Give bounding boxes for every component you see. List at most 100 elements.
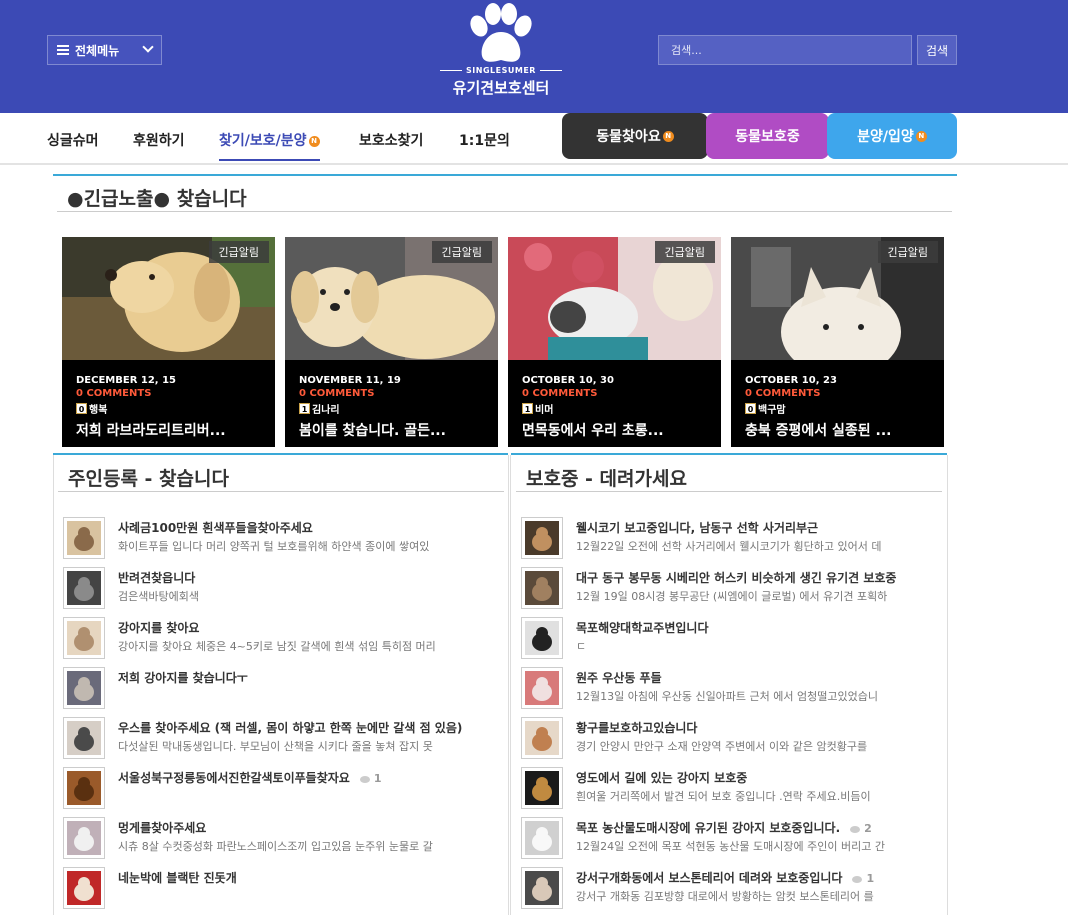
brand-small: SINGLESUMER — [440, 66, 562, 75]
post-excerpt: 강아지를 찾아요 체중은 4~5키로 남짓 갈색에 흰색 섞임 특히점 머리 — [118, 640, 436, 653]
post-title[interactable]: 서울성북구정릉동에서진한갈색토이푸들찾자요 1 — [118, 769, 382, 786]
new-badge: N — [308, 135, 320, 147]
card-comments[interactable]: 0 COMMENTS — [299, 388, 374, 399]
list-item[interactable]: 황구를보호하고있습니다경기 안양시 만안구 소재 안양역 주변에서 이와 같은 … — [521, 717, 941, 761]
urgent-card[interactable]: 긴급알림 OCTOBER 10, 23 0 COMMENTS 0 백구맘 충북 증… — [731, 237, 944, 447]
comment-icon — [850, 825, 861, 833]
card-comments[interactable]: 0 COMMENTS — [745, 388, 820, 399]
level-icon: 0 — [76, 403, 87, 414]
post-thumbnail[interactable] — [521, 817, 563, 859]
card-date: OCTOBER 10, 23 — [745, 375, 837, 386]
post-thumbnail[interactable] — [521, 717, 563, 759]
post-thumbnail[interactable] — [521, 617, 563, 659]
divider — [57, 211, 952, 212]
all-menu-button[interactable]: 전체메뉴 — [47, 35, 162, 65]
list-item[interactable]: 강서구개화동에서 보스톤테리어 데려와 보호중입니다 1 강서구 개화동 김포방향 … — [521, 867, 941, 911]
post-excerpt: 12월24일 오전에 목포 석현동 농산물 도매시장에 주인이 버리고 간 — [576, 840, 885, 853]
urgent-card[interactable]: 긴급알림 OCTOBER 10, 30 0 COMMENTS 1 비머 면목동에서… — [508, 237, 721, 447]
post-thumbnail[interactable] — [521, 767, 563, 809]
post-excerpt: 검은색바탕에회색 — [118, 590, 199, 603]
card-title[interactable]: 봄이를 찾습니다. 골든... — [299, 420, 446, 440]
nav-item-shelter[interactable]: 보호소찾기 — [359, 130, 423, 150]
list-item[interactable]: 사례금100만원 흰색푸들을찾아주세요 화이트푸들 입니다 머리 양쪽귀 털 보호… — [63, 517, 503, 561]
tab-protecting[interactable]: 동물보호중 — [706, 113, 829, 159]
post-thumbnail[interactable] — [63, 667, 105, 709]
urgent-badge: 긴급알림 — [654, 241, 715, 263]
post-title[interactable]: 목포 농산물도매시장에 유기된 강아지 보호중입니다. 2 — [576, 819, 872, 836]
nav-item-singlesumer[interactable]: 싱글슈머 — [47, 130, 99, 150]
post-thumbnail[interactable] — [63, 567, 105, 609]
post-excerpt: 다섯살된 막내동생입니다. 부모님이 산책을 시키다 줄을 놓쳐 잡지 못 — [118, 740, 433, 753]
new-badge: N — [915, 130, 927, 142]
post-thumbnail[interactable] — [63, 817, 105, 859]
post-thumbnail[interactable] — [63, 767, 105, 809]
card-title[interactable]: 저희 라브라도리트리버... — [76, 420, 226, 440]
card-title[interactable]: 면목동에서 우리 초롱... — [522, 420, 664, 440]
post-title[interactable]: 원주 우산동 푸들 — [576, 669, 662, 686]
post-thumbnail[interactable] — [521, 667, 563, 709]
post-title[interactable]: 강서구개화동에서 보스톤테리어 데려와 보호중입니다 1 — [576, 869, 874, 886]
list-item[interactable]: 반려견찾읍니다검은색바탕에회색 — [63, 567, 503, 611]
post-thumbnail[interactable] — [63, 867, 105, 909]
list-item[interactable]: 목포해양대학교주변입니다 ㄷ — [521, 617, 941, 661]
level-icon: 1 — [299, 403, 310, 414]
post-title[interactable]: 대구 동구 봉무동 시베리안 허스키 비슷하게 생긴 유기견 보호중 — [576, 569, 896, 586]
search-input[interactable] — [658, 35, 912, 65]
list-item[interactable]: 강아지를 찾아요강아지를 찾아요 체중은 4~5키로 남짓 갈색에 흰색 섞임 … — [63, 617, 503, 661]
tab-find-animals[interactable]: 동물찾아요 N — [562, 113, 708, 159]
post-title[interactable]: 멍게를찾아주세요 — [118, 819, 206, 836]
tab-adoption[interactable]: 분양/입양 N — [827, 113, 957, 159]
nav-item-inquiry[interactable]: 1:1문의 — [459, 130, 510, 150]
card-title[interactable]: 충북 증평에서 실종된 ... — [745, 420, 892, 440]
post-excerpt: 경기 안양시 만안구 소재 안양역 주변에서 이와 같은 암컷황구를 — [576, 740, 868, 753]
list-item[interactable]: 네눈박에 블랙탄 진돗개 — [63, 867, 503, 911]
list-item[interactable]: 목포 농산물도매시장에 유기된 강아지 보호중입니다. 2 12월24일 오전에 목… — [521, 817, 941, 861]
post-title[interactable]: 사례금100만원 흰색푸들을찾아주세요 — [118, 519, 313, 536]
card-comments[interactable]: 0 COMMENTS — [522, 388, 597, 399]
post-title[interactable]: 우스를 찾아주세요 (잭 러셀, 몸이 하얗고 한쪽 눈에만 갈색 점 있음) — [118, 719, 462, 736]
card-date: OCTOBER 10, 30 — [522, 375, 614, 386]
post-title[interactable]: 강아지를 찾아요 — [118, 619, 199, 636]
comment-count: 2 — [850, 822, 872, 835]
card-comments[interactable]: 0 COMMENTS — [76, 388, 151, 399]
post-thumbnail[interactable] — [521, 867, 563, 909]
list-item[interactable]: 웰시코기 보고중입니다, 남동구 선학 사거리부근 12월22일 오전에 선학 사… — [521, 517, 941, 561]
site-logo[interactable]: SINGLESUMER 유기견보호센터 — [440, 2, 562, 102]
post-title[interactable]: 영도에서 길에 있는 강아지 보호중 — [576, 769, 747, 786]
level-icon: 1 — [522, 403, 533, 414]
list-item[interactable]: 원주 우산동 푸들 12월13일 아침에 우산동 신일아파트 근처 에서 엄청떨고… — [521, 667, 941, 711]
post-title[interactable]: 웰시코기 보고중입니다, 남동구 선학 사거리부근 — [576, 519, 818, 536]
post-title[interactable]: 목포해양대학교주변입니다 — [576, 619, 708, 636]
post-thumbnail[interactable] — [521, 517, 563, 559]
section-top-line — [53, 174, 957, 176]
card-date: DECEMBER 12, 15 — [76, 375, 176, 386]
list-item[interactable]: 저희 강아지를 찾습니다ㅜ — [63, 667, 503, 711]
list-item[interactable]: 대구 동구 봉무동 시베리안 허스키 비슷하게 생긴 유기견 보호중 12월 19… — [521, 567, 941, 611]
post-thumbnail[interactable] — [63, 517, 105, 559]
post-title[interactable]: 황구를보호하고있습니다 — [576, 719, 697, 736]
post-excerpt: ㄷ — [576, 640, 587, 653]
comment-count: 1 — [359, 772, 382, 785]
divider — [516, 491, 942, 492]
all-menu-label: 전체메뉴 — [75, 43, 120, 58]
list-item[interactable]: 멍게를찾아주세요 시츄 8살 수컷중성화 파란노스페이스조끼 입고있음 눈주위 눈… — [63, 817, 503, 861]
list-item[interactable]: 우스를 찾아주세요 (잭 러셀, 몸이 하얗고 한쪽 눈에만 갈색 점 있음) 다… — [63, 717, 503, 761]
post-title[interactable]: 네눈박에 블랙탄 진돗개 — [118, 869, 237, 886]
nav-item-donate[interactable]: 후원하기 — [133, 130, 185, 150]
chevron-down-icon — [142, 41, 154, 53]
urgent-badge: 긴급알림 — [877, 241, 938, 263]
post-title[interactable]: 저희 강아지를 찾습니다ㅜ — [118, 669, 248, 686]
urgent-badge: 긴급알림 — [431, 241, 492, 263]
card-author: 0 행복 — [76, 401, 107, 416]
post-thumbnail[interactable] — [521, 567, 563, 609]
post-title[interactable]: 반려견찾읍니다 — [118, 569, 195, 586]
card-author: 1 김나리 — [299, 401, 340, 416]
urgent-card[interactable]: 긴급알림 NOVEMBER 11, 19 0 COMMENTS 1 김나리 봄이를… — [285, 237, 498, 447]
post-thumbnail[interactable] — [63, 617, 105, 659]
nav-item-find[interactable]: 찾기/보호/분양 N — [219, 130, 320, 161]
list-item[interactable]: 서울성북구정릉동에서진한갈색토이푸들찾자요 1 — [63, 767, 503, 811]
list-item[interactable]: 영도에서 길에 있는 강아지 보호중 흰여울 거리쪽에서 발견 되어 보호 중입니… — [521, 767, 941, 811]
post-thumbnail[interactable] — [63, 717, 105, 759]
urgent-card[interactable]: 긴급알림 DECEMBER 12, 15 0 COMMENTS 0 행복 저희 라… — [62, 237, 275, 447]
search-button[interactable]: 검색 — [917, 35, 957, 65]
